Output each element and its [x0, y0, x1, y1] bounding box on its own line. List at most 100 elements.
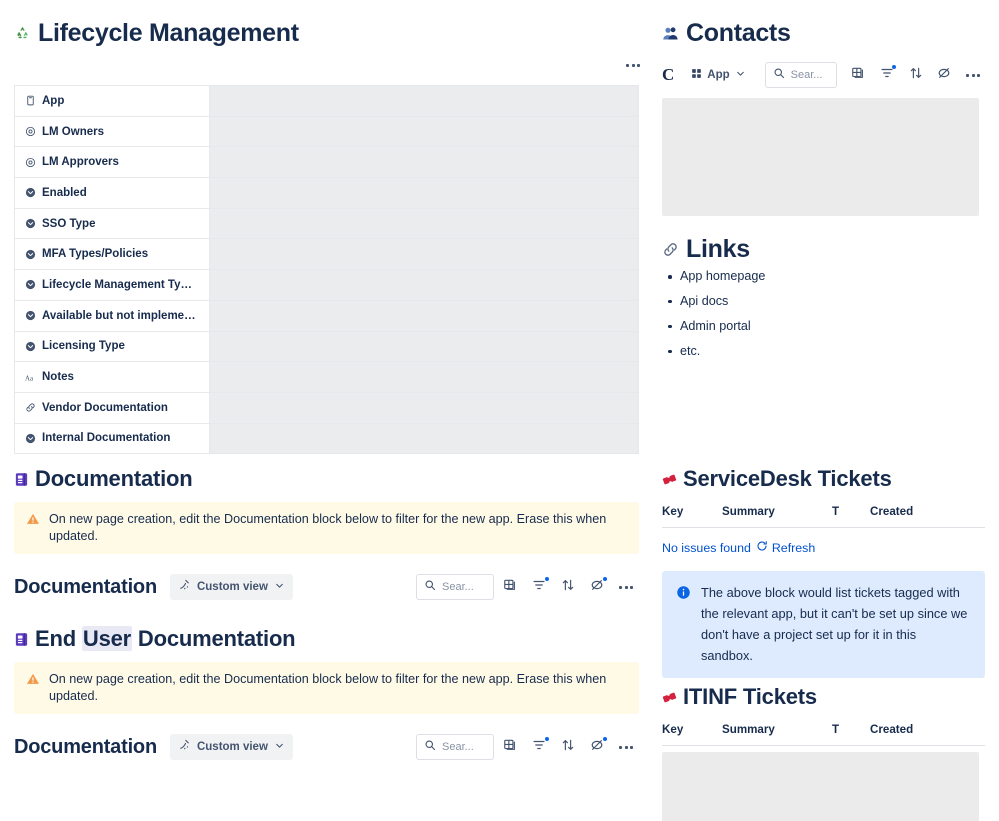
end-user-documentation-warning-banner: On new page creation, edit the Documenta…: [14, 662, 639, 715]
property-value-cell[interactable]: [209, 299, 639, 332]
page-more-options-button[interactable]: [620, 52, 646, 78]
link-list-item[interactable]: App homepage: [662, 269, 985, 284]
block-more-options-button[interactable]: [613, 574, 639, 601]
property-label: App: [42, 94, 65, 107]
column-header-type: T: [832, 718, 870, 747]
filter-button[interactable]: [526, 734, 552, 761]
chevron-down-icon: [735, 66, 746, 84]
property-value-cell[interactable]: [209, 391, 639, 424]
servicedesk-tickets-heading: ServiceDesk Tickets: [662, 466, 985, 492]
end-user-documentation-warning-text: On new page creation, edit the Documenta…: [49, 672, 607, 704]
end-user-documentation-heading: End User Documentation: [14, 626, 639, 652]
app-selector[interactable]: App: [683, 62, 754, 88]
recycle-symbol-icon: [14, 25, 31, 42]
refresh-button[interactable]: Refresh: [756, 539, 815, 557]
contacts-content-placeholder: [662, 98, 979, 216]
hide-fields-button[interactable]: [584, 574, 610, 601]
search-placeholder: Sear...: [790, 69, 823, 81]
servicedesk-empty-state: No issues found Refresh: [662, 539, 985, 557]
property-name-cell[interactable]: Licensing Type: [14, 330, 210, 363]
search-input[interactable]: Sear...: [416, 734, 494, 761]
heading-part-2: Documentation: [132, 626, 296, 651]
table-view-button[interactable]: [497, 574, 523, 601]
documentation-warning-banner: On new page creation, edit the Documenta…: [14, 502, 639, 555]
more-options-icon: [626, 63, 640, 67]
property-name-cell[interactable]: Internal Documentation: [14, 422, 210, 455]
property-label: MFA Types/Policies: [42, 248, 149, 261]
link-list-item[interactable]: Api docs: [662, 294, 985, 309]
property-row: LM Owners: [14, 115, 639, 148]
property-name-cell[interactable]: Enabled: [14, 177, 210, 209]
itinf-tickets-section: ITINF Tickets Key Summary T Created: [662, 684, 985, 821]
sort-button[interactable]: [555, 574, 581, 601]
info-icon: [676, 585, 691, 605]
property-name-cell[interactable]: Aa Notes: [14, 361, 210, 393]
grid-apps-icon: [691, 66, 702, 84]
block-more-options-button[interactable]: [613, 734, 639, 761]
select-dropdown-icon: [25, 433, 36, 444]
property-name-cell[interactable]: Available but not impleme…: [14, 299, 210, 332]
link-icon: [662, 241, 679, 258]
property-value-cell[interactable]: [209, 85, 639, 117]
servicedesk-tickets-table: Key Summary T Created: [662, 500, 985, 529]
property-label: Licensing Type: [42, 340, 125, 353]
documentation-block-toolbar: Documentation Custom view Sear...: [14, 572, 639, 602]
link-list-item[interactable]: Admin portal: [662, 319, 985, 334]
property-label: Internal Documentation: [42, 432, 171, 445]
sort-button[interactable]: [555, 734, 581, 761]
documentation-tools: Sear...: [416, 574, 639, 601]
chevron-down-icon: [274, 578, 285, 596]
contacts-search-input[interactable]: Sear...: [764, 62, 838, 88]
column-header-summary: Summary: [722, 718, 832, 747]
property-row: Licensing Type: [14, 330, 639, 363]
filter-button[interactable]: [526, 574, 552, 601]
property-label: Available but not impleme…: [42, 309, 196, 322]
refresh-icon: [756, 539, 768, 557]
property-name-cell[interactable]: MFA Types/Policies: [14, 238, 210, 271]
links-heading: Links: [662, 234, 985, 264]
sort-icon: [561, 738, 575, 757]
custom-view-selector[interactable]: Custom view: [169, 574, 293, 601]
refresh-label: Refresh: [771, 541, 816, 556]
property-value-cell[interactable]: [209, 115, 639, 148]
link-list-item[interactable]: etc.: [662, 344, 985, 359]
contacts-toolbar: C App Sear...: [662, 61, 986, 89]
property-value-cell[interactable]: [209, 330, 639, 363]
contacts-more-options-button[interactable]: [961, 62, 986, 88]
sort-button[interactable]: [903, 62, 928, 88]
property-value-cell[interactable]: [209, 269, 639, 301]
table-view-icon: [851, 66, 865, 85]
property-value-cell[interactable]: [209, 422, 639, 455]
documentation-warning-text: On new page creation, edit the Documenta…: [49, 512, 607, 544]
property-name-cell[interactable]: LM Approvers: [14, 146, 210, 179]
hide-fields-button[interactable]: [932, 62, 957, 88]
property-label: Vendor Documentation: [42, 401, 168, 414]
search-input[interactable]: Sear...: [416, 574, 494, 601]
property-name-cell[interactable]: Lifecycle Management Ty…: [14, 269, 210, 301]
table-view-button[interactable]: [497, 734, 523, 761]
select-dropdown-icon: [25, 187, 36, 198]
select-dropdown-icon: [25, 341, 36, 352]
property-name-cell[interactable]: App: [14, 85, 210, 117]
filter-active-badge: [545, 737, 549, 742]
hide-fields-button[interactable]: [584, 734, 610, 761]
itinf-tickets-table: Key Summary T Created: [662, 718, 985, 747]
filter-button[interactable]: [875, 62, 899, 88]
property-row: Lifecycle Management Ty…: [14, 269, 639, 301]
property-value-cell[interactable]: [209, 361, 639, 393]
search-placeholder: Sear...: [442, 741, 474, 754]
property-value-cell[interactable]: [209, 146, 639, 179]
property-name-cell[interactable]: Vendor Documentation: [14, 391, 210, 424]
property-value-cell[interactable]: [209, 238, 639, 271]
sort-icon: [561, 578, 575, 597]
no-issues-found-label[interactable]: No issues found: [662, 541, 751, 555]
property-name-cell[interactable]: LM Owners: [14, 115, 210, 148]
servicedesk-tickets-section: ServiceDesk Tickets Key Summary T Create…: [662, 466, 985, 679]
page-title: Lifecycle Management: [14, 18, 299, 48]
property-value-cell[interactable]: [209, 177, 639, 209]
property-value-cell[interactable]: [209, 207, 639, 240]
end-user-documentation-block-title: Documentation: [14, 735, 157, 758]
table-view-button[interactable]: [846, 62, 871, 88]
custom-view-selector[interactable]: Custom view: [169, 734, 293, 761]
property-name-cell[interactable]: SSO Type: [14, 207, 210, 240]
